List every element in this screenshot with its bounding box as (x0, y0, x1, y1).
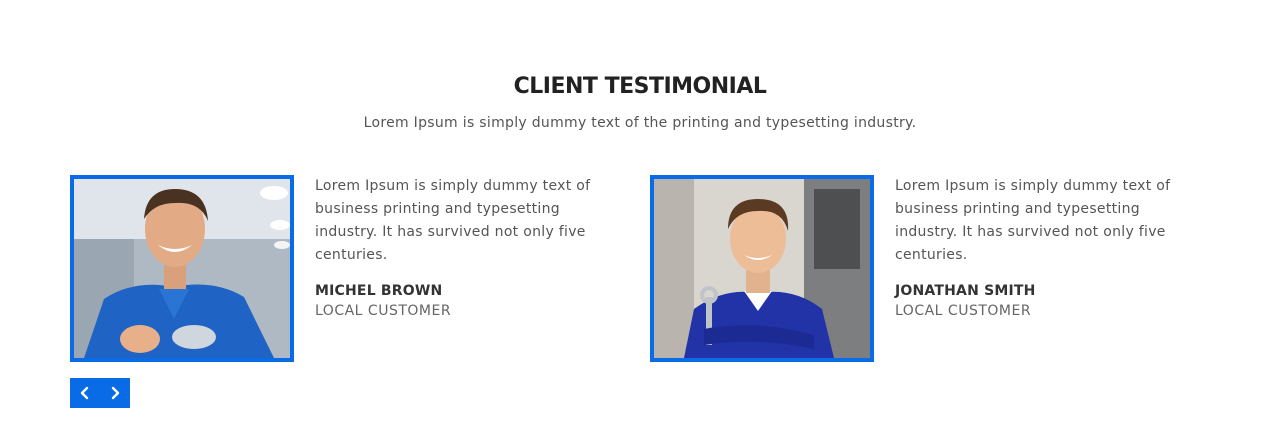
chevron-left-icon (80, 386, 89, 400)
client-photo (70, 175, 294, 362)
client-name: MICHEL BROWN (315, 283, 443, 299)
section-title: CLIENT TESTIMONIAL (513, 74, 767, 99)
testimonial-quote: Lorem Ipsum is simply dummy text of busi… (895, 178, 1171, 263)
testimonial-quote: Lorem Ipsum is simply dummy text of busi… (315, 178, 591, 263)
client-photo-image (74, 179, 290, 358)
testimonial-card: Lorem Ipsum is simply dummy text of busi… (650, 175, 1210, 365)
carousel-nav (70, 378, 130, 408)
client-photo (650, 175, 874, 362)
section-subtitle: Lorem Ipsum is simply dummy text of the … (363, 115, 917, 131)
client-photo-image (654, 179, 870, 358)
client-role: LOCAL CUSTOMER (895, 303, 1032, 319)
client-name: JONATHAN SMITH (895, 283, 1036, 299)
testimonial-card: Lorem Ipsum is simply dummy text of busi… (70, 175, 630, 365)
carousel-prev-button[interactable] (70, 378, 100, 408)
chevron-right-icon (111, 386, 120, 400)
carousel-next-button[interactable] (100, 378, 130, 408)
client-role: LOCAL CUSTOMER (315, 303, 452, 319)
